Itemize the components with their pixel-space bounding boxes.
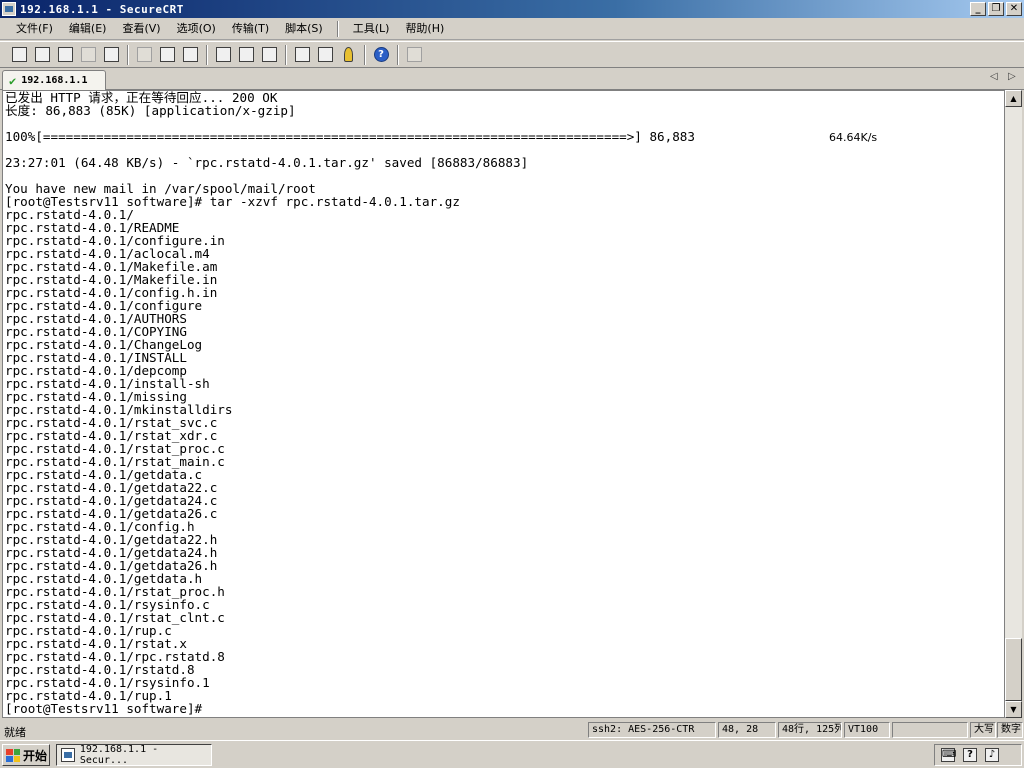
connected-check-icon: ✔	[9, 73, 17, 88]
securecrt-app-icon[interactable]	[2, 2, 16, 16]
menu-separator	[336, 20, 339, 37]
scroll-down-button[interactable]: ▼	[1005, 701, 1022, 718]
copy-icon	[136, 47, 152, 62]
find-button[interactable]	[179, 44, 201, 66]
paste-icon	[159, 47, 175, 62]
menu-bar: 文件(F) 编辑(E) 查看(V) 选项(O) 传输(T) 脚本(S) 工具(L…	[0, 18, 1024, 40]
menu-transfer[interactable]: 传输(T)	[224, 20, 277, 38]
minimize-button[interactable]: _	[970, 2, 986, 16]
taskbar-task-label: 192.168.1.1 - Secur...	[79, 744, 159, 766]
help-button[interactable]: ?	[370, 44, 392, 66]
status-num-lock: 数字	[997, 722, 1023, 738]
status-cipher: ssh2: AES-256-CTR	[588, 722, 716, 738]
paste-button[interactable]	[156, 44, 178, 66]
print-screen-button[interactable]	[212, 44, 234, 66]
menu-options[interactable]: 选项(O)	[169, 20, 224, 38]
print-selection-button[interactable]	[235, 44, 257, 66]
help-icon: ?	[373, 47, 389, 62]
reconnect-icon	[80, 47, 96, 62]
sftp-icon	[406, 47, 422, 62]
menu-script[interactable]: 脚本(S)	[277, 20, 331, 38]
print-screen-icon	[215, 47, 231, 62]
print-button[interactable]	[258, 44, 280, 66]
connect-icon	[11, 47, 27, 62]
menu-tools[interactable]: 工具(L)	[345, 20, 398, 38]
menu-edit[interactable]: 编辑(E)	[61, 20, 115, 38]
disconnect-icon	[103, 47, 119, 62]
terminal-line: 23:27:01 (64.48 KB/s) - `rpc.rstatd-4.0.…	[5, 155, 529, 170]
printer-icon	[261, 47, 277, 62]
quick-connect-icon	[34, 47, 50, 62]
toolbar-separator	[285, 44, 287, 65]
toolbar-separator	[397, 44, 399, 65]
windows-taskbar: 开始 192.168.1.1 - Secur... ⌨ ? ♪	[0, 740, 1024, 768]
status-emulation: VT100	[844, 722, 890, 738]
global-options-button[interactable]	[314, 44, 336, 66]
restore-button[interactable]: ❐	[988, 2, 1004, 16]
toolbar-separator	[364, 44, 366, 65]
terminal-line: [root@Testsrv11 software]#	[5, 701, 210, 716]
status-bar: 就绪 ssh2: AES-256-CTR 48, 28 48行, 125列 VT…	[0, 720, 1024, 740]
terminal-line: 100%[===================================…	[5, 129, 695, 144]
connect-button[interactable]	[8, 44, 30, 66]
tab-scroll-right-icon[interactable]: ▷	[1008, 71, 1016, 82]
menu-file[interactable]: 文件(F)	[8, 20, 61, 38]
toolbar-separator	[127, 44, 129, 65]
terminal-line: 长度: 86,883 (85K) [application/x-gzip]	[5, 103, 296, 118]
tab-scroll-left-icon[interactable]: ◁	[990, 71, 998, 82]
system-tray: ⌨ ? ♪	[934, 744, 1022, 766]
key-icon	[343, 47, 353, 62]
keyboard-icon[interactable]: ⌨	[941, 748, 956, 762]
print-selection-icon	[238, 47, 254, 62]
terminal-output: 已发出 HTTP 请求，正在等待回应... 200 OK 长度: 86,883 (…	[5, 91, 695, 715]
start-label: 开始	[23, 748, 48, 763]
status-ready: 就绪	[4, 726, 26, 739]
session-tab-bar: ✔ 192.168.1.1 ◁ ▷	[0, 68, 1024, 90]
session-options-button[interactable]	[291, 44, 313, 66]
status-terminal-size: 48行, 125列	[778, 722, 842, 738]
menu-view[interactable]: 查看(V)	[114, 20, 168, 38]
help-tray-icon[interactable]: ?	[963, 748, 977, 762]
settings-icon	[317, 47, 333, 62]
close-button[interactable]: ✕	[1006, 2, 1022, 16]
copy-button[interactable]	[133, 44, 155, 66]
speaker-icon[interactable]: ♪	[985, 748, 999, 762]
status-cursor-position: 48, 28	[718, 722, 776, 738]
toolbar: ?	[0, 41, 1024, 68]
download-speed: 64.64K/s	[829, 131, 878, 144]
window-controls: _ ❐ ✕	[970, 2, 1022, 16]
windows-logo-icon	[6, 748, 20, 762]
reconnect-button[interactable]	[77, 44, 99, 66]
connect-tab-icon	[57, 47, 73, 62]
session-tab-label: 192.168.1.1	[21, 75, 88, 86]
scroll-thumb[interactable]	[1005, 638, 1022, 701]
scroll-up-button[interactable]: ▲	[1005, 90, 1022, 107]
terminal-screen[interactable]: 已发出 HTTP 请求，正在等待回应... 200 OK 长度: 86,883 (…	[2, 90, 1005, 718]
binoculars-icon	[182, 47, 198, 62]
window-title: 192.168.1.1 - SecureCRT	[20, 2, 184, 16]
connect-in-tab-button[interactable]	[54, 44, 76, 66]
menu-help[interactable]: 帮助(H)	[397, 20, 452, 38]
session-options-icon	[294, 47, 310, 62]
disconnect-button[interactable]	[100, 44, 122, 66]
securecrt-task-icon	[61, 748, 75, 762]
quick-connect-button[interactable]	[31, 44, 53, 66]
start-button[interactable]: 开始	[2, 744, 50, 766]
session-tab[interactable]: ✔ 192.168.1.1	[2, 70, 106, 90]
taskbar-securecrt-button[interactable]: 192.168.1.1 - Secur...	[56, 744, 212, 766]
keymap-button[interactable]	[337, 44, 359, 66]
vertical-scrollbar[interactable]: ▲ ▼	[1005, 90, 1022, 718]
title-bar: 192.168.1.1 - SecureCRT _ ❐ ✕	[0, 0, 1024, 18]
status-caps-lock: 大写	[970, 722, 996, 738]
status-blank	[892, 722, 968, 738]
sftp-button[interactable]	[403, 44, 425, 66]
toolbar-separator	[206, 44, 208, 65]
